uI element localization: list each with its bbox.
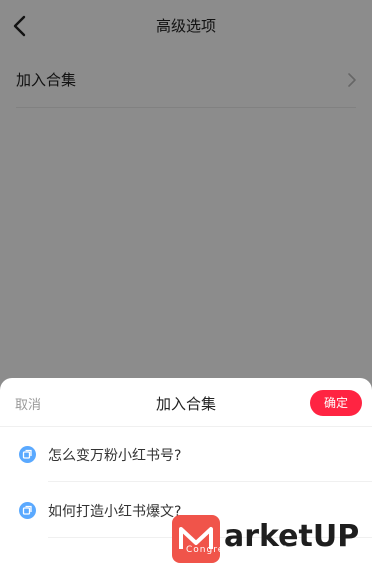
watermark: arketUP Congress & Expo Summit — [172, 515, 372, 565]
m-logo-icon — [179, 527, 213, 549]
brand-subtitle: Congress & Expo Summit — [186, 545, 323, 555]
collection-item[interactable]: 怎么变万粉小红书号? — [0, 426, 372, 482]
collection-item-label: 如何打造小红书爆文? — [48, 504, 182, 520]
collection-item-label: 怎么变万粉小红书号? — [48, 448, 182, 464]
brand-logo — [172, 515, 220, 563]
confirm-button[interactable]: 确定 — [310, 390, 362, 416]
cancel-button[interactable]: 取消 — [15, 394, 41, 413]
collection-icon — [19, 502, 36, 519]
collection-icon — [19, 446, 36, 463]
sheet-header: 取消 加入合集 确定 — [0, 378, 372, 427]
